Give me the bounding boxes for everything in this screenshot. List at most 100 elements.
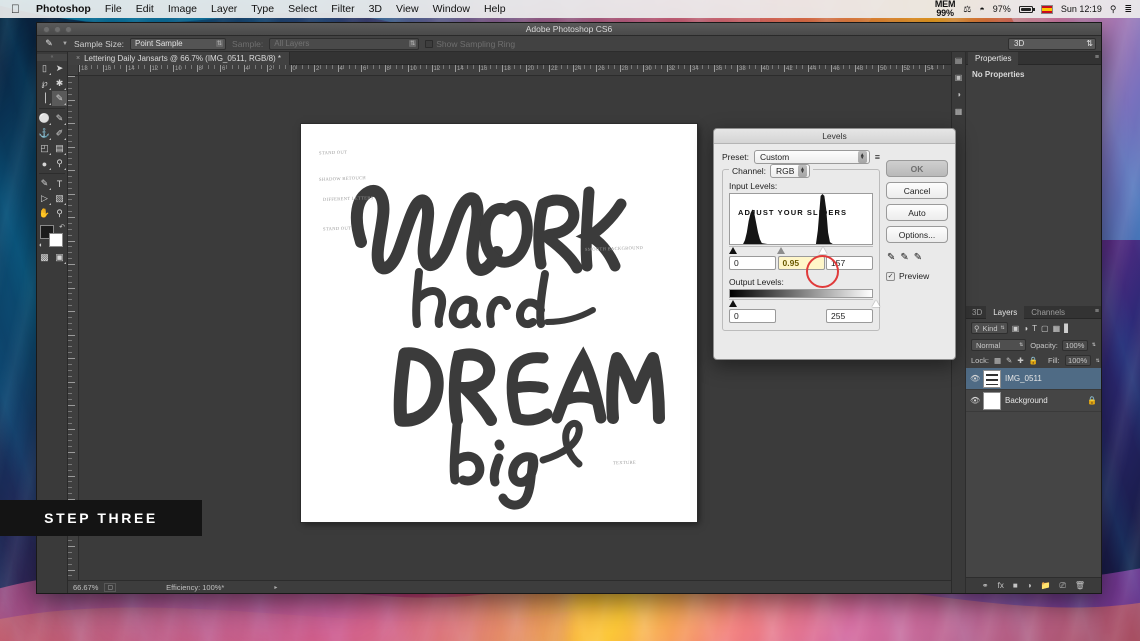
cancel-button[interactable]: Cancel <box>886 182 948 199</box>
path-selection-tool[interactable]: ▷ <box>37 191 52 206</box>
histogram[interactable]: ADJUST YOUR SLIDERS <box>729 193 873 245</box>
delete-layer-icon[interactable]: 🗑 <box>1075 581 1085 590</box>
blend-mode-row[interactable]: Normal ⇅ Opacity: 100% ⇅ <box>966 337 1101 353</box>
options-button[interactable]: Options... <box>886 226 948 243</box>
output-shadow-handle[interactable] <box>729 300 737 307</box>
history-panel-icon[interactable]: ▣ <box>953 72 964 83</box>
layers-panel-footer[interactable]: ⚭ fx ■ ◑ 📁 ⎚ 🗑 <box>966 577 1101 593</box>
lasso-tool[interactable]: ℘ <box>37 76 52 91</box>
apple-menu-icon[interactable]:  <box>6 3 29 15</box>
eyedropper-row[interactable]: ✎ ✎ ✎ <box>886 252 948 263</box>
menubar-status-area[interactable]: MEM 99% ⚖ ◓ 97% Sun 12:19 ⚲ ≣ <box>935 0 1134 18</box>
fill-value[interactable]: 100% <box>1064 355 1091 366</box>
horizontal-ruler[interactable]: 18 16 14 12 10 8 6 4 2 0 2 4 6 8 10 12 14 16 18 20 22 24 26 28 3… <box>79 65 951 76</box>
options-bar[interactable]: ✎ ▼ Sample Size: Point Sample ⇅ Sample: … <box>37 36 1101 52</box>
levels-buttons-column[interactable]: OK Cancel Auto Options... ✎ ✎ ✎ ✓ Previe… <box>886 150 948 331</box>
styles-panel-icon[interactable]: ▦ <box>953 106 964 117</box>
menubar-clock[interactable]: Sun 12:19 <box>1061 4 1102 14</box>
menu-item-layer[interactable]: Layer <box>204 3 244 15</box>
spot-healing-tool[interactable]: ⚪ <box>37 111 52 126</box>
preset-select[interactable]: Custom ▲ ▼ <box>753 150 870 164</box>
zoom-tool[interactable]: ⚲ <box>52 206 67 221</box>
layers-panel[interactable]: 3D Layers Channels ≡ ⚲ Kind ⇅ ▣ ◑ T ▢ ▦ … <box>966 305 1101 593</box>
table-row[interactable]: 👁 IMG_0511 <box>966 368 1101 390</box>
set-black-point-icon[interactable]: ✎ <box>887 252 895 263</box>
lock-transparency-icon[interactable]: ▦ <box>994 356 1001 365</box>
photoshop-titlebar[interactable]: Adobe Photoshop CS6 <box>37 23 1101 36</box>
tools-grid-1[interactable]: ▯ ➤ ℘ ✱ ⎟ ✎ <box>37 61 67 106</box>
adjustments-panel-icon[interactable]: ◑ <box>953 89 964 100</box>
layer-list[interactable]: 👁 IMG_0511 👁 Background 🔒 <box>966 368 1101 577</box>
levels-dialog[interactable]: Levels Preset: Custom ▲ ▼ ≡ Channel: RGB … <box>713 128 956 360</box>
opacity-stepper-icon[interactable]: ⇅ <box>1092 342 1096 348</box>
eyedropper-tool[interactable]: ✎ <box>52 91 67 106</box>
preset-options-icon[interactable]: ≡ <box>875 152 880 162</box>
opacity-value[interactable]: 100% <box>1061 339 1088 351</box>
layers-panel-tabs[interactable]: 3D Layers Channels ≡ <box>966 305 1101 319</box>
input-shadow-field[interactable]: 0 <box>729 256 776 270</box>
eyedropper-icon[interactable]: ✎ <box>42 38 56 50</box>
blend-mode-select[interactable]: Normal ⇅ <box>971 339 1027 351</box>
menu-item-select[interactable]: Select <box>281 3 324 15</box>
tool-preset-chevron-down-icon[interactable]: ▼ <box>62 41 68 47</box>
dock-3d-tab[interactable]: 3D <box>968 306 986 319</box>
adjustment-layer-icon[interactable]: ◑ <box>1027 581 1032 590</box>
channel-legend[interactable]: Channel: RGB ▲ ▼ <box>729 164 814 178</box>
tools-grid-3[interactable]: ✎ T ▷ ▧ ✋ ⚲ <box>37 176 67 221</box>
pen-tool[interactable]: ✎ <box>37 176 52 191</box>
input-levels-fields[interactable]: 0 0.95 157 <box>729 256 873 270</box>
artboard[interactable]: STAND OUT SHADOW RETOUCH DIFFERENT LETTE… <box>301 124 697 522</box>
auto-button[interactable]: Auto <box>886 204 948 221</box>
output-levels-fields[interactable]: 0 255 <box>729 309 873 323</box>
move-tool[interactable]: ➤ <box>52 61 67 76</box>
gradient-tool[interactable]: ▤ <box>52 141 67 156</box>
crop-tool[interactable]: ⎟ <box>37 91 52 106</box>
tab-properties[interactable]: Properties <box>968 51 1019 65</box>
table-row[interactable]: 👁 Background 🔒 <box>966 390 1101 412</box>
document-tab[interactable]: × Lettering Daily Jansarts @ 66.7% (IMG_… <box>68 51 291 65</box>
input-midtone-handle[interactable] <box>777 247 785 254</box>
channel-select[interactable]: RGB ▲ ▼ <box>770 164 811 178</box>
menu-item-window[interactable]: Window <box>426 3 477 15</box>
properties-panel-menu-icon[interactable]: ≡ <box>1095 54 1099 61</box>
menu-item-view[interactable]: View <box>389 3 426 15</box>
smart-object-filter-icon[interactable]: ▦ <box>1053 324 1061 333</box>
quick-mask-icon[interactable]: ▩ <box>37 250 52 265</box>
document-status-bar[interactable]: 66.67% ▢ Efficiency: 100%* ▸ <box>68 580 951 593</box>
type-tool[interactable]: T <box>52 176 67 191</box>
output-highlight-field[interactable]: 255 <box>826 309 873 323</box>
properties-panel[interactable]: Properties ≡ No Properties <box>966 51 1101 306</box>
lock-position-icon[interactable]: ✚ <box>1017 356 1023 365</box>
hand-tool[interactable]: ✋ <box>37 206 52 221</box>
menu-item-filter[interactable]: Filter <box>324 3 361 15</box>
rectangle-tool[interactable]: ▧ <box>52 191 67 206</box>
layer-thumbnail-2[interactable] <box>983 391 1001 410</box>
macos-menubar[interactable]:  Photoshop File Edit Image Layer Type S… <box>0 0 1140 18</box>
menu-item-3d[interactable]: 3D <box>362 3 389 15</box>
status-box-icon[interactable]: ▢ <box>104 582 117 592</box>
output-highlight-handle[interactable] <box>872 300 880 307</box>
input-levels-slider[interactable] <box>729 246 873 254</box>
tools-grid-2[interactable]: ⚪ ✎ ⚓ ✐ ◰ ▤ ● ⚲ <box>37 111 67 171</box>
output-shadow-field[interactable]: 0 <box>729 309 776 323</box>
sample-select[interactable]: All Layers ⇅ <box>269 37 420 50</box>
color-panel-icon[interactable]: ▤ <box>953 55 964 66</box>
layer-filter-row[interactable]: ⚲ Kind ⇅ ▣ ◑ T ▢ ▦ ▋ <box>966 319 1101 337</box>
screen-mode-icon[interactable]: ▣ <box>52 250 67 265</box>
control-center-icon[interactable]: ≣ <box>1124 4 1132 15</box>
workspace-select[interactable]: 3D ⇅ <box>1008 37 1096 50</box>
marquee-tool[interactable]: ▯ <box>37 61 52 76</box>
layer-filter-kind-select[interactable]: ⚲ Kind ⇅ <box>971 322 1008 334</box>
battery-percent-label[interactable]: 97% <box>993 4 1011 14</box>
eraser-tool[interactable]: ◰ <box>37 141 52 156</box>
brush-tool[interactable]: ✎ <box>52 111 67 126</box>
adjustment-filter-icon[interactable]: ◑ <box>1023 324 1028 333</box>
menu-item-help[interactable]: Help <box>477 3 513 15</box>
properties-panel-tabs[interactable]: Properties ≡ <box>966 51 1101 65</box>
layer-visibility-icon-2[interactable]: 👁 <box>970 396 980 405</box>
new-layer-icon[interactable]: ⎚ <box>1060 581 1066 591</box>
input-midtone-field[interactable]: 0.95 <box>777 256 825 270</box>
preset-row[interactable]: Preset: Custom ▲ ▼ ≡ <box>722 150 880 164</box>
lock-image-icon[interactable]: ✎ <box>1006 356 1012 365</box>
pixel-filter-icon[interactable]: ▣ <box>1012 324 1020 333</box>
